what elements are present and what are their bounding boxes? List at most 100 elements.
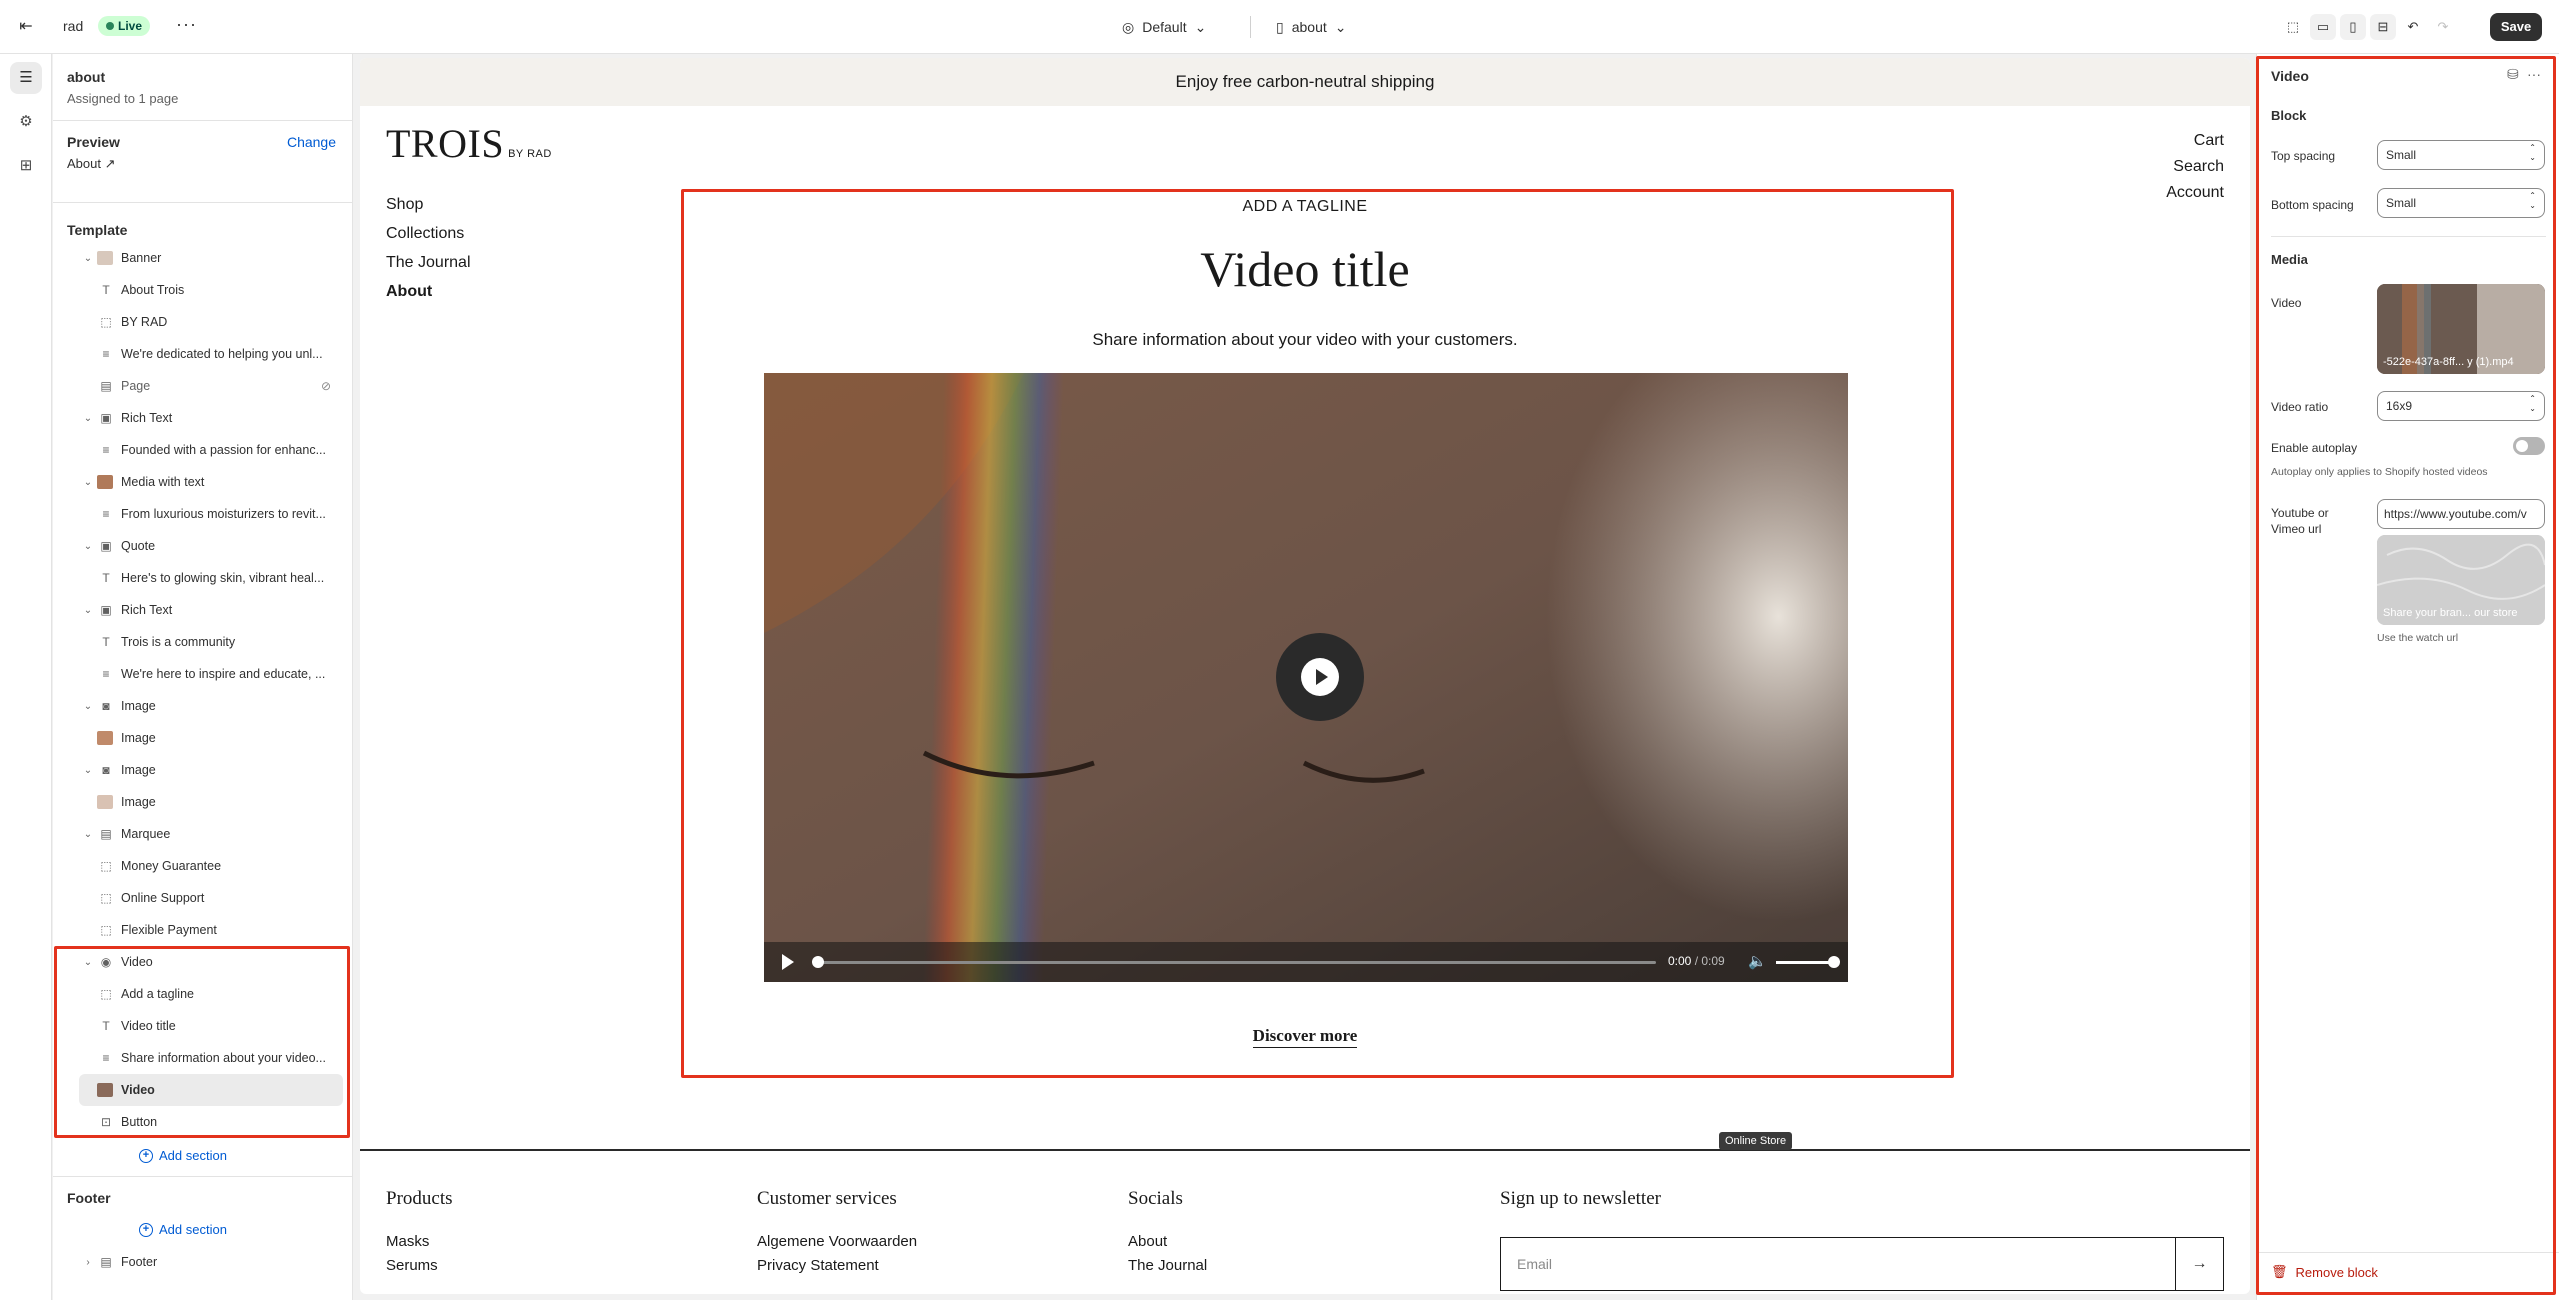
block-share-info[interactable]: ≡ Share information about your video... — [79, 1042, 343, 1074]
chevron-down-icon[interactable]: ⌄ — [79, 829, 97, 840]
section-video[interactable]: ⌄ ◉ Video — [79, 946, 343, 978]
footer-link[interactable]: Masks — [386, 1230, 453, 1254]
page-selector[interactable]: ▯ about ⌄ — [1276, 16, 1347, 38]
top-spacing-select[interactable]: Small — [2377, 140, 2545, 170]
section-image[interactable]: ⌄ ◙ Image — [79, 690, 343, 722]
block-founded[interactable]: ≡ Founded with a passion for enhanc... — [79, 434, 343, 466]
nav-cart[interactable]: Cart — [2166, 128, 2224, 154]
video-url-input[interactable]: https://www.youtube.com/v — [2377, 499, 2545, 529]
preview-value[interactable]: About ↗ — [67, 156, 116, 172]
video-tagline[interactable]: ADD A TAGLINE — [360, 198, 2250, 216]
ratio-select[interactable]: 16x9 — [2377, 391, 2545, 421]
volume-slider[interactable] — [1776, 961, 1834, 964]
block-community[interactable]: T Trois is a community — [79, 626, 343, 658]
chevron-down-icon[interactable]: ⌄ — [79, 253, 97, 264]
time-current: 0:00 — [1668, 954, 1692, 968]
section-rich-text[interactable]: ⌄ ▣ Rich Text — [79, 402, 343, 434]
seek-handle[interactable] — [812, 956, 824, 968]
block-button[interactable]: ⊡ Button — [79, 1106, 343, 1138]
section-rich-text-2[interactable]: ⌄ ▣ Rich Text — [79, 594, 343, 626]
paragraph-icon: ≡ — [102, 347, 110, 361]
database-icon[interactable]: ⛁ — [2507, 66, 2519, 83]
block-flexible-payment[interactable]: ⬚ Flexible Payment — [79, 914, 343, 946]
block-money-guarantee[interactable]: ⬚ Money Guarantee — [79, 850, 343, 882]
section-quote[interactable]: ⌄ ▣ Quote — [79, 530, 343, 562]
footer-link[interactable]: The Journal — [1128, 1254, 1207, 1278]
bottom-spacing-select[interactable]: Small — [2377, 188, 2545, 218]
hidden-eye-icon[interactable]: ⊘ — [317, 379, 335, 393]
plus-icon: + — [139, 1222, 153, 1237]
block-add-tagline[interactable]: ⬚ Add a tagline — [79, 978, 343, 1010]
video-player[interactable]: 0:00 / 0:09 🔈 — [764, 373, 1848, 982]
desktop-view-icon[interactable]: ▭ — [2310, 14, 2336, 40]
tree-label: Money Guarantee — [121, 859, 222, 873]
sections-icon[interactable]: ☰ — [10, 62, 42, 94]
block-image-2[interactable]: Image — [79, 786, 343, 818]
video-picker[interactable]: -522e-437a-8ff... y (1).mp4 — [2377, 284, 2545, 374]
block-by-rad[interactable]: ⬚ BY RAD — [79, 306, 343, 338]
block-luxurious[interactable]: ≡ From luxurious moisturizers to revit... — [79, 498, 343, 530]
section-marquee[interactable]: ⌄ ▤ Marquee — [79, 818, 343, 850]
more-icon[interactable]: ··· — [176, 14, 197, 35]
tree-label: Here's to glowing skin, vibrant heal... — [121, 571, 325, 585]
gear-icon[interactable]: ⚙ — [10, 106, 42, 138]
tree-label: Footer — [121, 1255, 158, 1269]
play-icon[interactable] — [782, 954, 794, 970]
video-description[interactable]: Share information about your video with … — [360, 330, 2250, 350]
footer-add-section-button[interactable]: + Add section — [139, 1222, 227, 1237]
footer-link[interactable]: Privacy Statement — [757, 1254, 917, 1278]
play-button[interactable] — [1276, 633, 1364, 721]
section-media-with-text[interactable]: ⌄ Media with text — [79, 466, 343, 498]
section-footer[interactable]: › ▤ Footer — [79, 1246, 343, 1278]
block-glowing[interactable]: T Here's to glowing skin, vibrant heal... — [79, 562, 343, 594]
footer-products: Products Masks Serums — [386, 1188, 453, 1278]
redo-icon[interactable]: ↷ — [2430, 14, 2456, 40]
apps-icon[interactable]: ⊞ — [10, 150, 42, 182]
chevron-down-icon[interactable]: ⌄ — [79, 765, 97, 776]
block-video-selected[interactable]: Video — [79, 1074, 343, 1106]
footer-link[interactable]: About — [1128, 1230, 1207, 1254]
fullwidth-view-icon[interactable]: ⊟ — [2370, 14, 2396, 40]
chevron-down-icon[interactable]: ⌄ — [79, 605, 97, 616]
email-input[interactable]: Email — [1517, 1256, 1552, 1272]
block-dedicated[interactable]: ≡ We're dedicated to helping you unl... — [79, 338, 343, 370]
volume-handle[interactable] — [1828, 956, 1840, 968]
chevron-down-icon[interactable]: ⌄ — [79, 541, 97, 552]
nav-search[interactable]: Search — [2166, 154, 2224, 180]
divider — [53, 202, 353, 203]
chevron-down-icon[interactable]: ⌄ — [79, 477, 97, 488]
block-inspire[interactable]: ≡ We're here to inspire and educate, ... — [79, 658, 343, 690]
url-video-thumb[interactable]: Share your bran... our store — [2377, 535, 2545, 625]
seek-bar[interactable] — [816, 961, 1656, 964]
store-logo[interactable]: TROIS BY RAD — [386, 120, 552, 167]
change-link[interactable]: Change — [287, 134, 336, 150]
block-online-support[interactable]: ⬚ Online Support — [79, 882, 343, 914]
chevron-right-icon[interactable]: › — [79, 1257, 97, 1268]
plus-icon: + — [139, 1148, 153, 1163]
arrow-right-icon[interactable]: → — [2175, 1238, 2223, 1290]
block-video-title[interactable]: T Video title — [79, 1010, 343, 1042]
more-icon[interactable]: ··· — [2527, 66, 2541, 82]
section-banner[interactable]: ⌄ Banner — [79, 242, 343, 274]
exit-icon[interactable]: ⇤ — [14, 15, 38, 39]
theme-selector[interactable]: ◎ Default ⌄ — [1122, 16, 1206, 38]
mobile-view-icon[interactable]: ▯ — [2340, 14, 2366, 40]
video-title[interactable]: Video title — [360, 240, 2250, 298]
chevron-down-icon[interactable]: ⌄ — [79, 701, 97, 712]
inspector-icon[interactable]: ⬚ — [2280, 14, 2306, 40]
footer-link[interactable]: Algemene Voorwaarden — [757, 1230, 917, 1254]
volume-icon[interactable]: 🔈 — [1748, 952, 1767, 970]
footer-link[interactable]: Serums — [386, 1254, 453, 1278]
autoplay-toggle[interactable] — [2513, 437, 2545, 455]
section-page[interactable]: ▤ Page ⊘ — [79, 370, 343, 402]
block-image[interactable]: Image — [79, 722, 343, 754]
remove-block-button[interactable]: 🗑 Remove block — [2271, 1264, 2378, 1280]
save-button[interactable]: Save — [2490, 13, 2542, 41]
chevron-down-icon[interactable]: ⌄ — [79, 957, 97, 968]
chevron-down-icon[interactable]: ⌄ — [79, 413, 97, 424]
undo-icon[interactable]: ↶ — [2400, 14, 2426, 40]
section-image-2[interactable]: ⌄ ◙ Image — [79, 754, 343, 786]
block-about-trois[interactable]: T About Trois — [79, 274, 343, 306]
add-section-button[interactable]: + Add section — [139, 1148, 227, 1163]
discover-more-button[interactable]: Discover more — [360, 1026, 2250, 1048]
